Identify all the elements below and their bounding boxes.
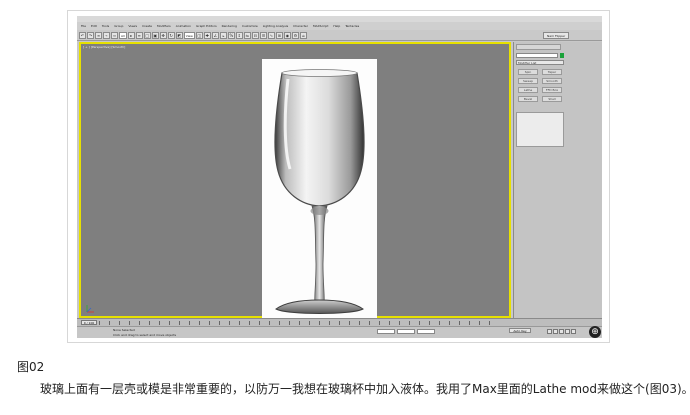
menu-help[interactable]: Help [333,22,340,30]
menu-edit[interactable]: Edit [91,22,97,30]
prev-frame-icon[interactable] [553,329,558,334]
time-slider-bar: 0 / 100 [77,318,602,326]
menu-views[interactable]: Views [128,22,137,30]
reference-coord-dropdown[interactable]: View [183,31,195,39]
select-by-name-icon[interactable]: ≡ [135,31,143,39]
viewport-label[interactable]: [ + ] [Perspective] [Smooth] [83,45,125,49]
menu-animation[interactable]: Animation [176,22,191,30]
undo-icon[interactable]: ↶ [79,31,86,39]
object-name-field[interactable] [516,53,558,58]
render-setup-icon[interactable]: ⚙ [291,31,299,39]
timeline-ruler[interactable] [99,321,499,325]
material-editor-icon[interactable]: ◉ [283,31,291,39]
selection-filter-dropdown[interactable]: All [119,31,127,39]
time-slider[interactable]: 0 / 100 [81,320,97,325]
playback-controls [547,329,576,334]
command-panel: Modifier List Spin Taper Sweep Smooth La… [513,42,602,318]
named-selection-set[interactable]: Nam Flipper [543,32,570,39]
modifier-stack[interactable] [516,112,564,147]
menu-bar: File Edit Tools Group Views Create Modif… [77,22,602,30]
modifier-button[interactable]: Spin [518,69,538,75]
modifier-button[interactable]: Smooth [542,78,562,84]
selection-status: None Selected [113,328,135,332]
menu-tentacles[interactable]: Tentacles [345,22,359,30]
prompt-line: Click and drag to select and move object… [113,333,177,337]
menu-file[interactable]: File [81,22,86,30]
modifier-button[interactable]: Bevel [518,96,538,102]
move-icon[interactable]: ✥ [159,31,167,39]
wine-glass-reference-plane [262,59,377,319]
next-frame-icon[interactable] [565,329,570,334]
schematic-icon[interactable]: ⊞ [275,31,283,39]
screenshot-frame: File Edit Tools Group Views Create Modif… [67,10,610,343]
figure-caption: 图02 [17,360,45,374]
status-bar: None Selected Click and drag to select a… [77,326,602,338]
menu-customize[interactable]: Customize [242,22,258,30]
menu-lighting-analysis[interactable]: Lighting Analysis [263,22,288,30]
scale-icon[interactable]: ◩ [175,31,183,39]
modifier-button[interactable]: Shell [542,96,562,102]
menu-tools[interactable]: Tools [102,22,109,30]
body-paragraph: 玻璃上面有一层壳或模是非常重要的，以防万一我想在玻璃杯中加入液体。我用了Max里… [40,382,690,396]
align-icon[interactable]: ⊟ [251,31,259,39]
curve-editor-icon[interactable]: ∿ [267,31,275,39]
select-icon[interactable]: ▸ [127,31,135,39]
modifier-list-dropdown[interactable]: Modifier List [516,60,564,65]
menu-character[interactable]: Character [293,22,308,30]
wine-glass-image [274,69,365,314]
modifier-button[interactable]: FFD Box [542,87,562,93]
window-crossing-icon[interactable]: ▣ [151,31,159,39]
coordinate-fields [377,329,435,334]
mirror-icon[interactable]: ⇋ [243,31,251,39]
go-to-end-icon[interactable] [571,329,576,334]
play-icon[interactable] [559,329,564,334]
z-coordinate-field[interactable] [417,329,435,334]
modifier-button[interactable]: Sweep [518,78,538,84]
zoom-icon[interactable]: ⊕ [589,326,601,338]
menu-group[interactable]: Group [114,22,123,30]
modifier-button[interactable]: Lathe [518,87,538,93]
menu-maxscript[interactable]: MAXScript [313,22,328,30]
render-icon[interactable]: ☕ [299,31,307,39]
go-to-start-icon[interactable] [547,329,552,334]
modifier-buttons: Spin Taper Sweep Smooth Lathe FFD Box Be… [518,69,562,102]
pivot-icon[interactable]: ◫ [195,31,203,39]
y-coordinate-field[interactable] [397,329,415,334]
x-coordinate-field[interactable] [377,329,395,334]
percent-snap-icon[interactable]: % [227,31,235,39]
link-icon[interactable]: ∞ [95,31,102,39]
menu-graph-editors[interactable]: Graph Editors [196,22,217,30]
unlink-icon[interactable]: ⌁ [103,31,110,39]
axis-tripod-icon [86,305,94,313]
modifier-button[interactable]: Taper [542,69,562,75]
spinner-snap-icon[interactable]: ⇕ [235,31,243,39]
redo-icon[interactable]: ↷ [87,31,94,39]
rotate-icon[interactable]: ↻ [167,31,175,39]
rect-region-icon[interactable]: □ [143,31,151,39]
object-color-swatch[interactable] [560,53,564,58]
main-toolbar: ↶ ↷ ∞ ⌁ ≈ All ▸ ≡ □ ▣ ✥ ↻ ◩ View ◫ ✚ ∠ ⦣… [77,30,602,41]
angle-snap-icon[interactable]: ⦣ [219,31,227,39]
menu-create[interactable]: Create [142,22,152,30]
3dsmax-window: File Edit Tools Group Views Create Modif… [77,16,602,338]
bind-icon[interactable]: ≈ [111,31,118,39]
snap-icon[interactable]: ∠ [211,31,219,39]
menu-modifiers[interactable]: Modifiers [157,22,171,30]
menu-rendering[interactable]: Rendering [222,22,237,30]
manipulate-icon[interactable]: ✚ [203,31,211,39]
command-panel-tabs[interactable] [516,44,561,50]
perspective-viewport[interactable]: [ + ] [Perspective] [Smooth] [79,42,511,319]
layer-icon[interactable]: ☰ [259,31,267,39]
auto-key-button[interactable]: Auto Key [509,328,531,333]
